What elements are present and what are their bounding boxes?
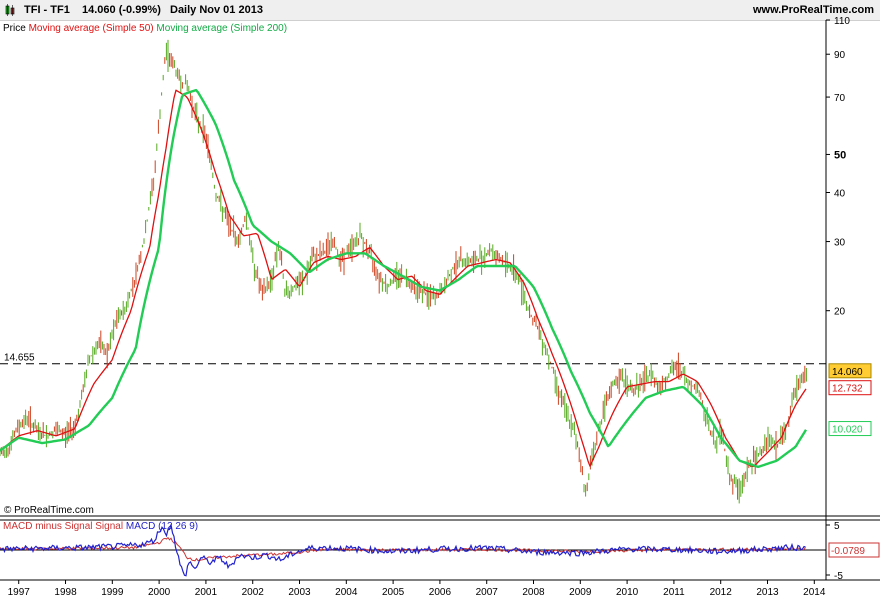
- macd-value-tag: -0.0789: [831, 546, 865, 557]
- legend-ma50: Moving average (Simple 50): [28, 23, 154, 34]
- y-tick-label: 90: [834, 50, 846, 61]
- x-tick-label: 2013: [756, 587, 779, 598]
- price-series: [0, 39, 807, 504]
- x-tick-label: 2002: [242, 587, 265, 598]
- ma50-value-tag: 12.732: [832, 384, 863, 395]
- legend-macd-line: MACD (12 26 9): [125, 521, 199, 532]
- x-tick-label: 2010: [616, 587, 639, 598]
- legend-price: Price: [3, 23, 26, 34]
- y-tick-label: 70: [834, 93, 846, 104]
- x-tick-label: 1998: [54, 587, 77, 598]
- x-tick-label: 2011: [663, 587, 685, 598]
- x-tick-label: 2004: [335, 587, 358, 598]
- ma50-line: [0, 89, 807, 468]
- x-tick-label: 1999: [101, 587, 124, 598]
- y-tick-label: 50: [834, 149, 846, 161]
- x-tick-label: 2012: [710, 587, 733, 598]
- x-tick-label: 2006: [429, 587, 452, 598]
- macd-y-tick-label: 5: [834, 521, 840, 532]
- y-tick-label: 30: [834, 238, 846, 249]
- last-price-tag: 14.060: [832, 367, 863, 378]
- x-tick-label: 2009: [569, 587, 592, 598]
- y-tick-label: 110: [834, 16, 850, 27]
- macd-y-tick-label: -5: [834, 571, 843, 582]
- x-tick-label: 2005: [382, 587, 405, 598]
- reference-line-label: 14.655: [4, 353, 35, 364]
- price-legend: Price Moving average (Simple 50) Moving …: [3, 23, 287, 34]
- x-tick-label: 2007: [476, 587, 499, 598]
- x-tick-label: 1997: [8, 587, 31, 598]
- price-chart: 110 90 70 50 40 30 20 1997 1998 1999 2000 2001 2002 2…: [0, 16, 880, 598]
- x-tick-label: 2001: [195, 587, 218, 598]
- ma200-value-tag: 10.020: [832, 425, 863, 436]
- copyright-notice: © ProRealTime.com: [4, 505, 94, 516]
- x-tick-label: 2000: [148, 587, 171, 598]
- x-tick-label: 2014: [803, 587, 826, 598]
- legend-ma200: Moving average (Simple 200): [156, 23, 288, 34]
- x-tick-label: 2003: [288, 587, 311, 598]
- legend-macd-signal: Signal: [95, 521, 124, 532]
- x-tick-label: 2008: [522, 587, 545, 598]
- legend-macd-hist: MACD minus Signal: [3, 521, 93, 532]
- y-tick-label: 20: [834, 307, 846, 318]
- macd-legend: MACD minus Signal Signal MACD (12 26 9): [3, 521, 198, 532]
- y-tick-label: 40: [834, 188, 846, 199]
